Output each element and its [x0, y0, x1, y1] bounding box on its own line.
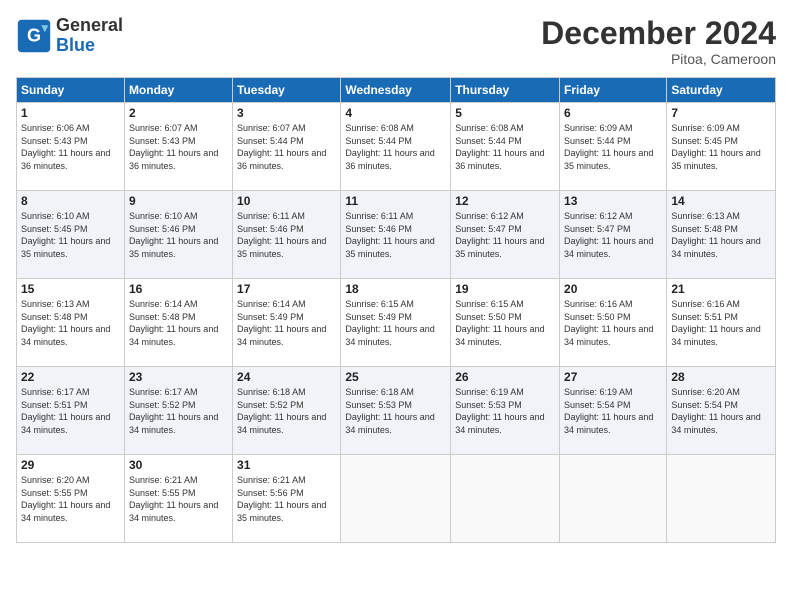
- day-12: 12 Sunrise: 6:12 AMSunset: 5:47 PMDaylig…: [451, 191, 560, 279]
- logo-text: General Blue: [56, 16, 123, 56]
- day-24: 24 Sunrise: 6:18 AMSunset: 5:52 PMDaylig…: [233, 367, 341, 455]
- day-27: 27 Sunrise: 6:19 AMSunset: 5:54 PMDaylig…: [560, 367, 667, 455]
- day-14: 14 Sunrise: 6:13 AMSunset: 5:48 PMDaylig…: [667, 191, 776, 279]
- col-tuesday: Tuesday: [233, 78, 341, 103]
- logo-blue: Blue: [56, 35, 95, 55]
- page: G General Blue December 2024 Pitoa, Came…: [0, 0, 792, 612]
- day-28: 28 Sunrise: 6:20 AMSunset: 5:54 PMDaylig…: [667, 367, 776, 455]
- day-16: 16 Sunrise: 6:14 AMSunset: 5:48 PMDaylig…: [124, 279, 232, 367]
- day-13: 13 Sunrise: 6:12 AMSunset: 5:47 PMDaylig…: [560, 191, 667, 279]
- col-sunday: Sunday: [17, 78, 125, 103]
- day-2: 2 Sunrise: 6:07 AMSunset: 5:43 PMDayligh…: [124, 103, 232, 191]
- day-18: 18 Sunrise: 6:15 AMSunset: 5:49 PMDaylig…: [341, 279, 451, 367]
- day-4: 4 Sunrise: 6:08 AMSunset: 5:44 PMDayligh…: [341, 103, 451, 191]
- day-5: 5 Sunrise: 6:08 AMSunset: 5:44 PMDayligh…: [451, 103, 560, 191]
- day-11: 11 Sunrise: 6:11 AMSunset: 5:46 PMDaylig…: [341, 191, 451, 279]
- day-21: 21 Sunrise: 6:16 AMSunset: 5:51 PMDaylig…: [667, 279, 776, 367]
- week-2: 8 Sunrise: 6:10 AMSunset: 5:45 PMDayligh…: [17, 191, 776, 279]
- week-5: 29 Sunrise: 6:20 AMSunset: 5:55 PMDaylig…: [17, 455, 776, 543]
- week-1: 1 Sunrise: 6:06 AMSunset: 5:43 PMDayligh…: [17, 103, 776, 191]
- svg-text:G: G: [27, 25, 41, 45]
- day-19: 19 Sunrise: 6:15 AMSunset: 5:50 PMDaylig…: [451, 279, 560, 367]
- calendar-header-row: Sunday Monday Tuesday Wednesday Thursday…: [17, 78, 776, 103]
- col-monday: Monday: [124, 78, 232, 103]
- day-31: 31 Sunrise: 6:21 AMSunset: 5:56 PMDaylig…: [233, 455, 341, 543]
- day-7: 7 Sunrise: 6:09 AMSunset: 5:45 PMDayligh…: [667, 103, 776, 191]
- logo-general: General: [56, 15, 123, 35]
- col-friday: Friday: [560, 78, 667, 103]
- month-title: December 2024: [541, 16, 776, 51]
- day-30: 30 Sunrise: 6:21 AMSunset: 5:55 PMDaylig…: [124, 455, 232, 543]
- day-3: 3 Sunrise: 6:07 AMSunset: 5:44 PMDayligh…: [233, 103, 341, 191]
- day-26: 26 Sunrise: 6:19 AMSunset: 5:53 PMDaylig…: [451, 367, 560, 455]
- calendar: Sunday Monday Tuesday Wednesday Thursday…: [16, 77, 776, 543]
- day-22: 22 Sunrise: 6:17 AMSunset: 5:51 PMDaylig…: [17, 367, 125, 455]
- week-3: 15 Sunrise: 6:13 AMSunset: 5:48 PMDaylig…: [17, 279, 776, 367]
- empty-cell-3: [560, 455, 667, 543]
- day-29: 29 Sunrise: 6:20 AMSunset: 5:55 PMDaylig…: [17, 455, 125, 543]
- col-saturday: Saturday: [667, 78, 776, 103]
- location: Pitoa, Cameroon: [541, 51, 776, 67]
- header: G General Blue December 2024 Pitoa, Came…: [16, 16, 776, 67]
- day-15: 15 Sunrise: 6:13 AMSunset: 5:48 PMDaylig…: [17, 279, 125, 367]
- day-23: 23 Sunrise: 6:17 AMSunset: 5:52 PMDaylig…: [124, 367, 232, 455]
- day-1: 1 Sunrise: 6:06 AMSunset: 5:43 PMDayligh…: [17, 103, 125, 191]
- title-block: December 2024 Pitoa, Cameroon: [541, 16, 776, 67]
- logo-icon: G: [16, 18, 52, 54]
- empty-cell-4: [667, 455, 776, 543]
- day-10: 10 Sunrise: 6:11 AMSunset: 5:46 PMDaylig…: [233, 191, 341, 279]
- day-8: 8 Sunrise: 6:10 AMSunset: 5:45 PMDayligh…: [17, 191, 125, 279]
- day-20: 20 Sunrise: 6:16 AMSunset: 5:50 PMDaylig…: [560, 279, 667, 367]
- col-thursday: Thursday: [451, 78, 560, 103]
- day-25: 25 Sunrise: 6:18 AMSunset: 5:53 PMDaylig…: [341, 367, 451, 455]
- day-9: 9 Sunrise: 6:10 AMSunset: 5:46 PMDayligh…: [124, 191, 232, 279]
- empty-cell-2: [451, 455, 560, 543]
- logo: G General Blue: [16, 16, 123, 56]
- col-wednesday: Wednesday: [341, 78, 451, 103]
- day-6: 6 Sunrise: 6:09 AMSunset: 5:44 PMDayligh…: [560, 103, 667, 191]
- day-17: 17 Sunrise: 6:14 AMSunset: 5:49 PMDaylig…: [233, 279, 341, 367]
- empty-cell-1: [341, 455, 451, 543]
- week-4: 22 Sunrise: 6:17 AMSunset: 5:51 PMDaylig…: [17, 367, 776, 455]
